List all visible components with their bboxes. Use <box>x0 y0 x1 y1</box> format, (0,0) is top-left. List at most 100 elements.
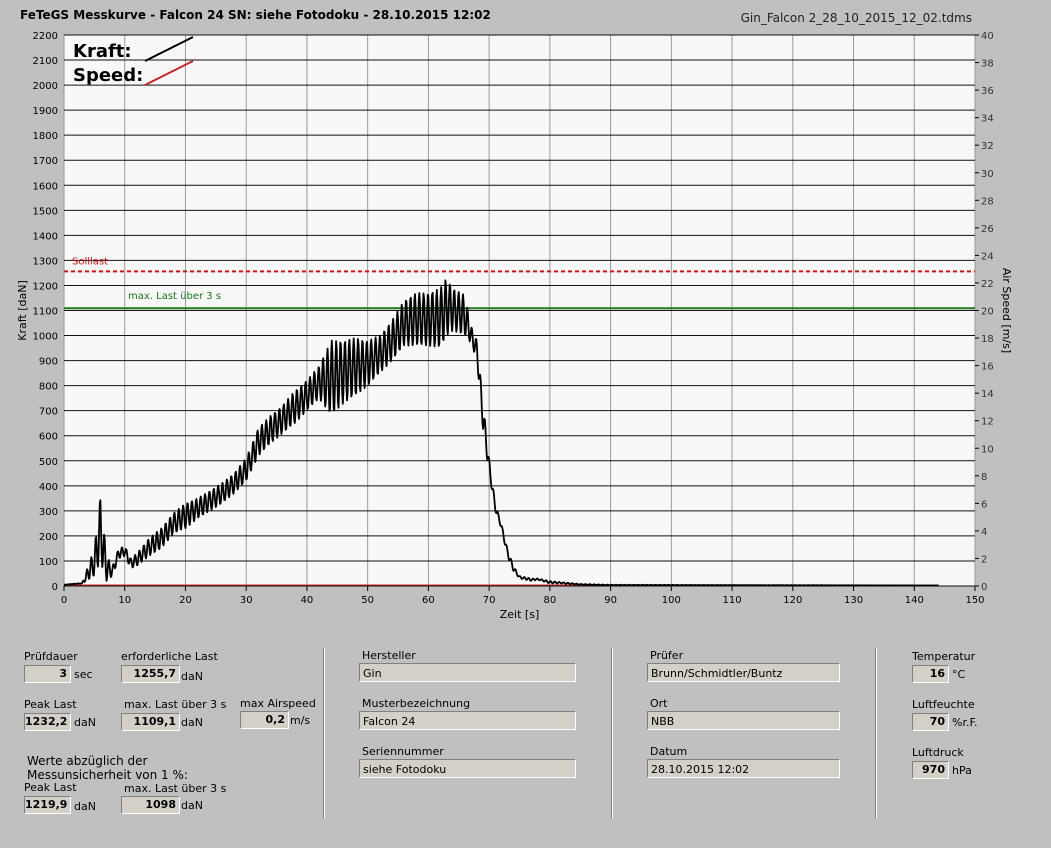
force-chart: 0 10 20 30 40 50 60 70 80 90 100 110 120 130 140 150010… <box>16 31 1013 621</box>
musterbezeichnung-field: Falcon 24 <box>359 711 576 730</box>
y2-tick-label: 4 <box>981 527 987 538</box>
musterbezeichnung-label: Musterbezeichnung <box>362 697 471 710</box>
x-tick-label: 110 <box>723 595 742 606</box>
x-tick-label: 60 <box>422 595 435 606</box>
peak-last-corrected-field: 1219,9 <box>24 796 71 814</box>
temperatur-field: 16 <box>912 665 949 683</box>
y-tick-label: 500 <box>39 457 58 468</box>
hersteller-field: Gin <box>359 663 576 682</box>
luftfeuchte-field: 70 <box>912 713 949 731</box>
x-tick-label: 120 <box>783 595 802 606</box>
max-last-unit: daN <box>181 716 203 729</box>
x-tick-label: 150 <box>965 595 984 606</box>
y-tick-label: 1000 <box>33 332 58 343</box>
luftfeuchte-label: Luftfeuchte <box>912 698 975 711</box>
y-tick-label: 700 <box>39 407 58 418</box>
y2-tick-label: 28 <box>981 196 994 207</box>
luftdruck-field: 970 <box>912 761 949 779</box>
y-tick-label: 2000 <box>33 81 58 92</box>
x-tick-label: 40 <box>301 595 314 606</box>
separator <box>875 648 877 818</box>
y2-tick-label: 18 <box>981 334 994 345</box>
y2-tick-label: 16 <box>981 362 994 373</box>
x-tick-label: 100 <box>662 595 681 606</box>
y2-tick-label: 20 <box>981 307 994 318</box>
legend-speed-label: Speed: <box>73 65 143 86</box>
x-tick-label: 0 <box>61 595 67 606</box>
max-last-label: max. Last über 3 s <box>124 698 227 711</box>
y-tick-label: 900 <box>39 357 58 368</box>
y2-tick-label: 24 <box>981 251 994 262</box>
y-tick-label: 400 <box>39 482 58 493</box>
y2-tick-label: 30 <box>981 169 994 180</box>
y-tick-label: 0 <box>52 582 58 593</box>
x-tick-label: 10 <box>118 595 131 606</box>
datum-field: 28.10.2015 12:02 <box>647 759 840 778</box>
y2-tick-label: 38 <box>981 59 994 70</box>
peak-last-corrected-unit: daN <box>74 800 96 813</box>
y-tick-label: 300 <box>39 507 58 518</box>
y2-tick-label: 32 <box>981 141 994 152</box>
erforderliche-last-label: erforderliche Last <box>121 650 218 663</box>
x-tick-label: 140 <box>905 595 924 606</box>
pruefdauer-label: Prüfdauer <box>24 650 78 663</box>
max-last-corrected-label: max. Last über 3 s <box>124 782 227 795</box>
datum-label: Datum <box>650 745 688 758</box>
x-tick-label: 90 <box>604 595 617 606</box>
y-tick-label: 200 <box>39 532 58 543</box>
y-tick-label: 2200 <box>33 31 58 42</box>
y-tick-label: 1600 <box>33 181 58 192</box>
y2-tick-label: 40 <box>981 31 994 42</box>
separator <box>611 648 613 818</box>
y2-tick-label: 22 <box>981 279 994 290</box>
y-tick-label: 1700 <box>33 156 58 167</box>
y-tick-label: 2100 <box>33 56 58 67</box>
seriennummer-field: siehe Fotodoku <box>359 759 576 778</box>
y-tick-label: 1800 <box>33 131 58 142</box>
y-tick-label: 1400 <box>33 231 58 242</box>
pruefer-field: Brunn/Schmidtler/Buntz <box>647 663 840 682</box>
y2-tick-label: 10 <box>981 444 994 455</box>
y-tick-label: 1200 <box>33 281 58 292</box>
peak-last-corrected-label: Peak Last <box>24 781 77 794</box>
y2-tick-label: 6 <box>981 499 987 510</box>
y-tick-label: 600 <box>39 432 58 443</box>
y2-tick-label: 34 <box>981 114 994 125</box>
ort-field: NBB <box>647 711 840 730</box>
luftdruck-label: Luftdruck <box>912 746 964 759</box>
y2-axis-label: Air Speed [m/s] <box>1000 268 1013 353</box>
seriennummer-label: Seriennummer <box>362 745 444 758</box>
x-tick-label: 80 <box>543 595 556 606</box>
x-tick-label: 20 <box>179 595 192 606</box>
pruefdauer-field: 3 <box>24 665 71 683</box>
luftfeuchte-unit: %r.F. <box>952 716 978 729</box>
y-tick-label: 1900 <box>33 106 58 117</box>
y2-tick-label: 14 <box>981 389 994 400</box>
peak-last-field: 1232,2 <box>24 713 71 731</box>
max-last-corrected-unit: daN <box>181 799 203 812</box>
uncertainty-note-line2: Messunsicherheit von 1 %: <box>27 768 188 782</box>
y2-tick-label: 2 <box>981 554 987 565</box>
hersteller-label: Hersteller <box>362 649 416 662</box>
x-tick-label: 70 <box>483 595 496 606</box>
peak-last-unit: daN <box>74 716 96 729</box>
max-last-label: max. Last über 3 s <box>128 291 221 302</box>
y-tick-label: 1100 <box>33 307 58 318</box>
x-tick-label: 130 <box>844 595 863 606</box>
temperatur-unit: °C <box>952 668 966 681</box>
x-axis-label: Zeit [s] <box>500 608 539 621</box>
y-tick-label: 100 <box>39 557 58 568</box>
solllast-label: Solllast <box>72 256 108 267</box>
ort-label: Ort <box>650 697 668 710</box>
y2-tick-label: 36 <box>981 86 994 97</box>
y2-tick-label: 26 <box>981 224 994 235</box>
y2-tick-label: 0 <box>981 582 987 593</box>
max-airspeed-field: 0,2 <box>240 711 289 729</box>
max-airspeed-unit: m/s <box>290 714 311 727</box>
y-tick-label: 800 <box>39 382 58 393</box>
separator <box>323 648 325 818</box>
y-axis-label: Kraft [daN] <box>16 280 29 341</box>
x-tick-label: 30 <box>240 595 253 606</box>
y2-tick-label: 12 <box>981 417 994 428</box>
x-tick-label: 50 <box>361 595 374 606</box>
